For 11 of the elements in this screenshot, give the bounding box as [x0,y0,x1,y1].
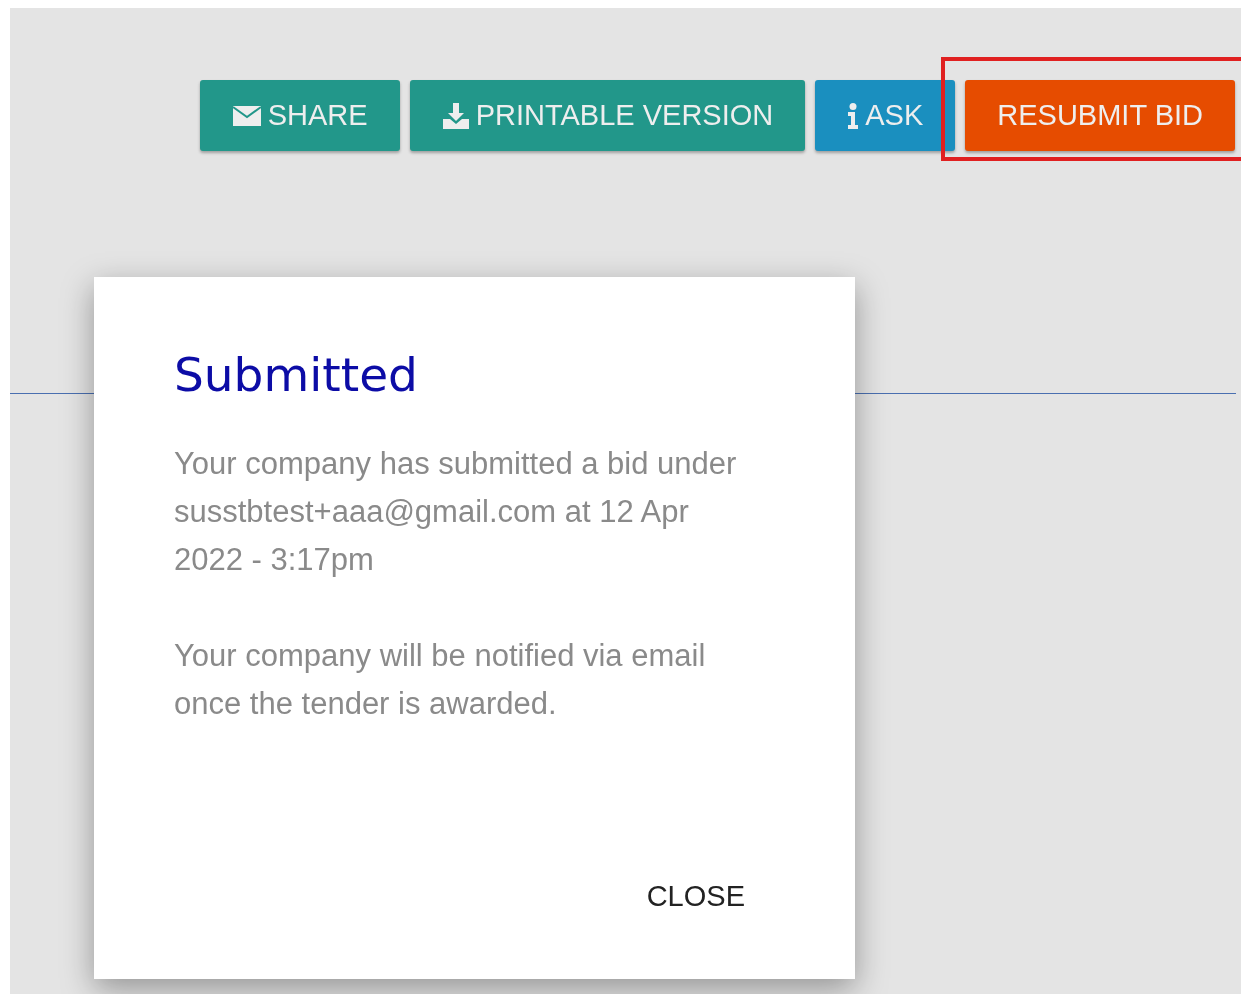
close-button[interactable]: CLOSE [646,880,745,913]
dialog-title: Submitted [174,347,419,402]
download-icon [441,102,470,129]
toolbar-button[interactable]: SHARE [199,80,400,151]
toolbar-button[interactable]: ASK [815,80,956,151]
dialog-message: Your company will be notified via email once the tender is awarded. [174,637,707,723]
dialog-message: Your company has submitted a bid under susstbtest+aaa@gmail.com at 12 Apr 2022 - 3:17pm [174,445,738,579]
info-icon [847,102,860,129]
toolbar-button[interactable]: RESUBMIT BID [965,80,1235,151]
envelope-icon [231,104,262,127]
toolbar-button[interactable]: PRINTABLE VERSION [409,80,806,151]
